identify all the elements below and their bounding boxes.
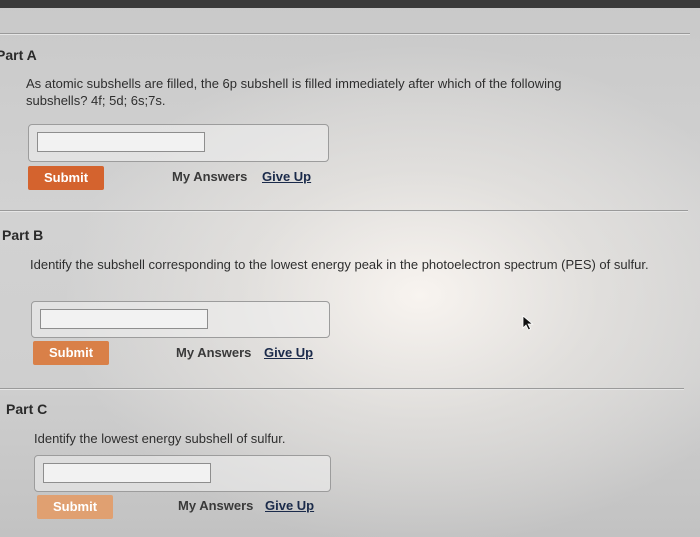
- screen: Part A As atomic subshells are filled, t…: [0, 0, 700, 537]
- part-c-title: Part C: [6, 401, 48, 417]
- part-a-submit-button[interactable]: Submit: [28, 166, 104, 190]
- section-divider: [0, 210, 688, 212]
- mouse-pointer-icon: [522, 315, 534, 331]
- part-b-submit-button[interactable]: Submit: [33, 341, 109, 365]
- section-divider: [0, 388, 684, 390]
- part-c-question: Identify the lowest energy subshell of s…: [34, 431, 286, 446]
- part-b-question: Identify the subshell corresponding to t…: [30, 257, 649, 272]
- part-a-give-up-link[interactable]: Give Up: [262, 169, 311, 184]
- top-bezel: [0, 0, 700, 8]
- part-b-title: Part B: [2, 227, 44, 243]
- part-b-answer-box: [31, 301, 330, 338]
- part-a-answer-box: [28, 124, 329, 162]
- part-c-answer-box: [34, 455, 331, 492]
- part-a-answer-input[interactable]: [37, 132, 205, 152]
- part-b-answer-input[interactable]: [40, 309, 208, 329]
- part-a-title: Part A: [0, 47, 37, 63]
- part-c-answer-input[interactable]: [43, 463, 211, 483]
- part-b-my-answers-link[interactable]: My Answers: [176, 345, 251, 360]
- part-a-question: As atomic subshells are filled, the 6p s…: [26, 76, 562, 108]
- part-b-give-up-link[interactable]: Give Up: [264, 345, 313, 360]
- part-a-my-answers-link[interactable]: My Answers: [172, 169, 247, 184]
- section-divider: [0, 33, 690, 35]
- part-c-my-answers-link[interactable]: My Answers: [178, 498, 253, 513]
- part-c-submit-button[interactable]: Submit: [37, 495, 113, 519]
- part-c-give-up-link[interactable]: Give Up: [265, 498, 314, 513]
